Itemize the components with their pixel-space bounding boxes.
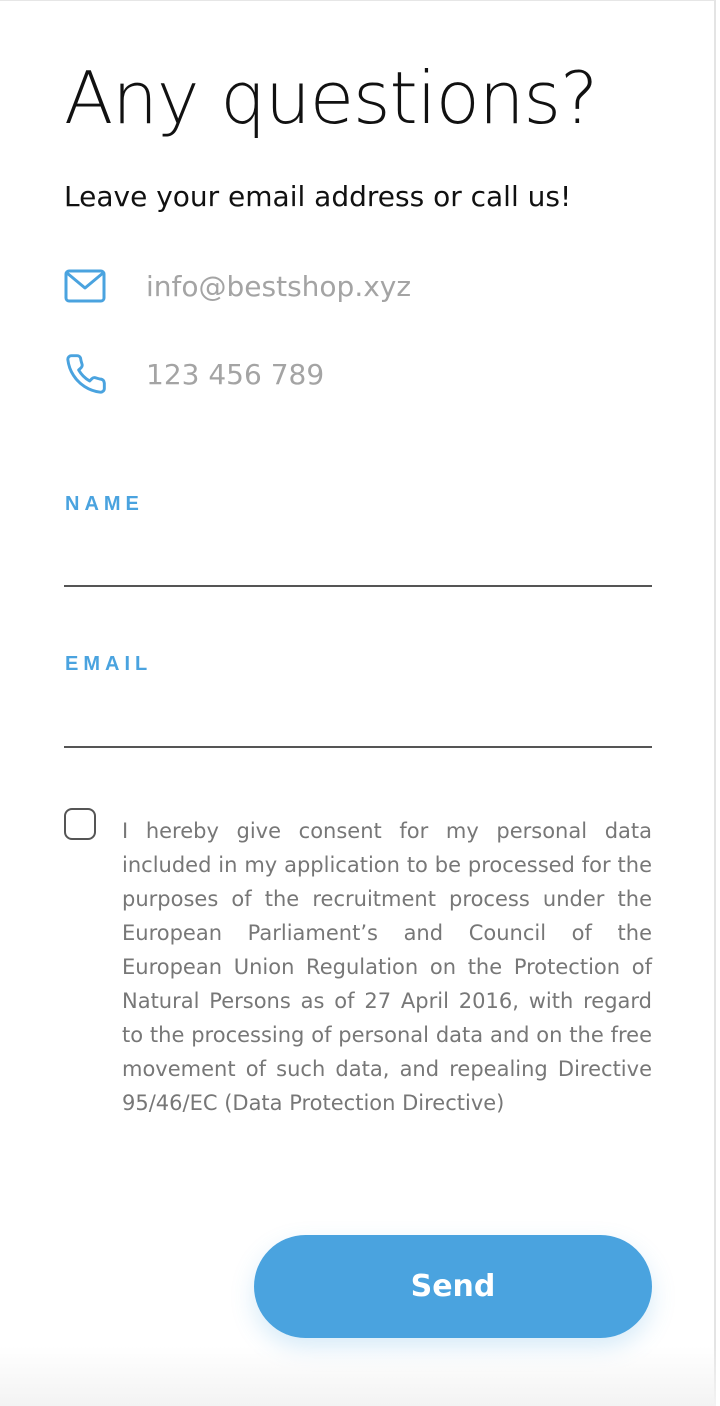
contact-email-row[interactable]: info@bestshop.xyz bbox=[64, 266, 411, 306]
bottom-fade bbox=[0, 1346, 716, 1406]
contact-email[interactable]: info@bestshop.xyz bbox=[146, 270, 411, 303]
page-title: Any questions? bbox=[64, 56, 598, 140]
consent-checkbox[interactable] bbox=[64, 808, 96, 840]
mail-icon bbox=[64, 266, 112, 306]
consent-text: I hereby give consent for my personal da… bbox=[122, 819, 652, 1115]
email-label: EMAIL bbox=[65, 653, 153, 675]
name-input[interactable] bbox=[64, 541, 652, 587]
contact-phone[interactable]: 123 456 789 bbox=[146, 358, 324, 391]
contact-page: Any questions? Leave your email address … bbox=[0, 0, 716, 1406]
phone-icon bbox=[64, 354, 112, 394]
name-label: NAME bbox=[65, 493, 144, 515]
contact-phone-row[interactable]: 123 456 789 bbox=[64, 354, 324, 394]
page-subtitle: Leave your email address or call us! bbox=[64, 180, 572, 213]
send-button[interactable]: Send bbox=[254, 1235, 652, 1338]
email-input[interactable] bbox=[64, 702, 652, 748]
